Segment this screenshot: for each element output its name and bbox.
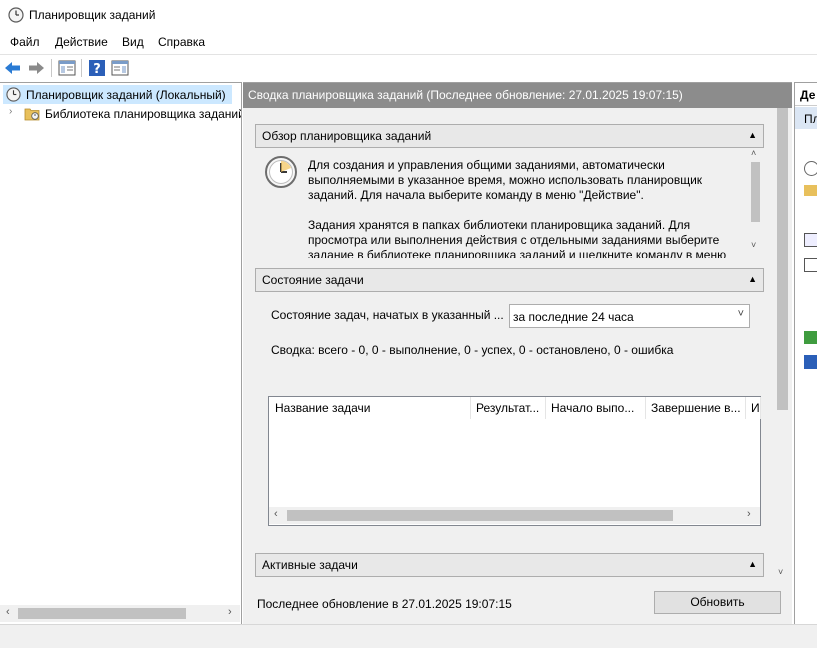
task-status-table: Название задачи Результат... Начало выпо… — [268, 396, 761, 526]
overview-body: Для создания и управления общими задания… — [255, 148, 748, 258]
status-bar — [0, 624, 817, 648]
actions-subheader-label: Пл — [804, 112, 817, 126]
section-title: Активные задачи — [262, 558, 358, 572]
menu-file[interactable]: Файл — [10, 35, 40, 49]
collapse-icon[interactable]: ▲ — [748, 274, 757, 284]
chevron-down-icon[interactable]: ˅ — [738, 308, 744, 320]
show-hide-action-pane-icon[interactable] — [110, 58, 130, 78]
status-section-header[interactable]: Состояние задачи ▲ — [255, 268, 764, 292]
summary-header: Сводка планировщика заданий (Последнее о… — [243, 83, 792, 108]
menu-view[interactable]: Вид — [122, 35, 144, 49]
select-value: за последние 24 часа — [513, 310, 634, 324]
last-update-text: Последнее обновление в 27.01.2025 19:07:… — [257, 597, 512, 611]
show-hide-tree-icon[interactable] — [57, 58, 77, 78]
tree-item-label: Планировщик заданий (Локальный) — [26, 88, 226, 102]
status-summary: Сводка: всего - 0, 0 - выполнение, 0 - у… — [271, 343, 674, 357]
toolbar: ? — [0, 54, 817, 80]
overview-section-header[interactable]: Обзор планировщика заданий ▲ — [255, 124, 764, 148]
actions-header: Де — [795, 83, 817, 106]
title-bar: Планировщик заданий — [0, 0, 817, 32]
clock-icon — [8, 7, 24, 23]
section-title: Состояние задачи — [262, 273, 364, 287]
table-horizontal-scrollbar[interactable]: ‹ › — [269, 507, 760, 524]
column-header[interactable]: Завершение в... — [645, 397, 746, 419]
column-header[interactable]: И — [745, 397, 761, 419]
status-period-select[interactable]: за последние 24 часа ˅ — [509, 304, 750, 328]
tree-item-root[interactable]: Планировщик заданий (Локальный) — [3, 85, 232, 104]
console-tree: Планировщик заданий (Локальный) › Библио… — [0, 82, 242, 624]
overview-text-2: Задания хранятся в папках библиотеки пла… — [308, 218, 727, 258]
refresh-button[interactable]: Обновить — [654, 591, 781, 614]
table-header: Название задачи Результат... Начало выпо… — [269, 397, 761, 420]
actions-subheader[interactable]: Пл — [795, 107, 817, 129]
scroll-down-icon[interactable]: ˅ — [751, 240, 756, 250]
tree-item-library[interactable]: › Библиотека планировщика заданий — [0, 104, 241, 123]
window-title: Планировщик заданий — [29, 8, 156, 22]
column-header[interactable]: Результат... — [470, 397, 546, 419]
overview-scrollbar[interactable]: ˄ ˅ — [748, 148, 763, 258]
scrollbar-thumb[interactable] — [287, 510, 673, 521]
scroll-down-icon[interactable]: ˅ — [778, 567, 783, 577]
clock-icon — [6, 87, 21, 102]
menu-bar: Файл Действие Вид Справка — [0, 32, 817, 53]
scrollbar-thumb[interactable] — [751, 162, 760, 222]
refresh-icon[interactable] — [804, 331, 817, 344]
scroll-up-icon[interactable]: ˄ — [751, 148, 756, 158]
tree-horizontal-scrollbar[interactable]: ‹ › — [0, 605, 240, 622]
column-header[interactable]: Название задачи — [269, 397, 471, 419]
scroll-left-icon[interactable]: ‹ — [6, 606, 10, 618]
collapse-icon[interactable]: ▲ — [748, 130, 757, 140]
collapse-icon[interactable]: ▲ — [748, 559, 757, 569]
section-title: Обзор планировщика заданий — [262, 129, 432, 143]
folder-icon[interactable] — [804, 185, 817, 196]
properties-icon[interactable] — [804, 258, 817, 272]
svg-text:?: ? — [93, 62, 101, 77]
summary-vertical-scrollbar[interactable]: ˅ — [774, 108, 791, 580]
clock-icon — [265, 156, 297, 188]
list-icon[interactable] — [804, 233, 817, 247]
help-icon[interactable] — [804, 355, 817, 369]
status-filter-label: Состояние задач, начатых в указанный ... — [271, 308, 504, 322]
back-icon[interactable] — [3, 58, 23, 78]
scroll-right-icon[interactable]: › — [747, 508, 751, 520]
tree-item-label: Библиотека планировщика заданий — [45, 107, 241, 121]
actions-header-label: Де — [800, 88, 816, 102]
folder-clock-icon — [24, 108, 40, 121]
toolbar-separator — [51, 59, 52, 77]
clock-icon[interactable] — [804, 161, 817, 176]
help-icon[interactable]: ? — [87, 58, 107, 78]
active-tasks-section-header[interactable]: Активные задачи ▲ — [255, 553, 764, 577]
menu-action[interactable]: Действие — [55, 35, 108, 49]
scrollbar-thumb[interactable] — [777, 108, 788, 410]
column-header[interactable]: Начало выпо... — [545, 397, 646, 419]
overview-text-1: Для создания и управления общими задания… — [308, 158, 703, 202]
scroll-left-icon[interactable]: ‹ — [274, 508, 278, 520]
actions-pane: Де Пл — [794, 82, 817, 624]
summary-pane: Сводка планировщика заданий (Последнее о… — [243, 82, 792, 624]
chevron-right-icon[interactable]: › — [9, 106, 12, 117]
toolbar-separator — [81, 59, 82, 77]
forward-icon[interactable] — [26, 58, 46, 78]
scroll-right-icon[interactable]: › — [228, 606, 232, 618]
menu-help[interactable]: Справка — [158, 35, 205, 49]
scrollbar-thumb[interactable] — [18, 608, 186, 619]
summary-title: Сводка планировщика заданий (Последнее о… — [248, 88, 683, 102]
